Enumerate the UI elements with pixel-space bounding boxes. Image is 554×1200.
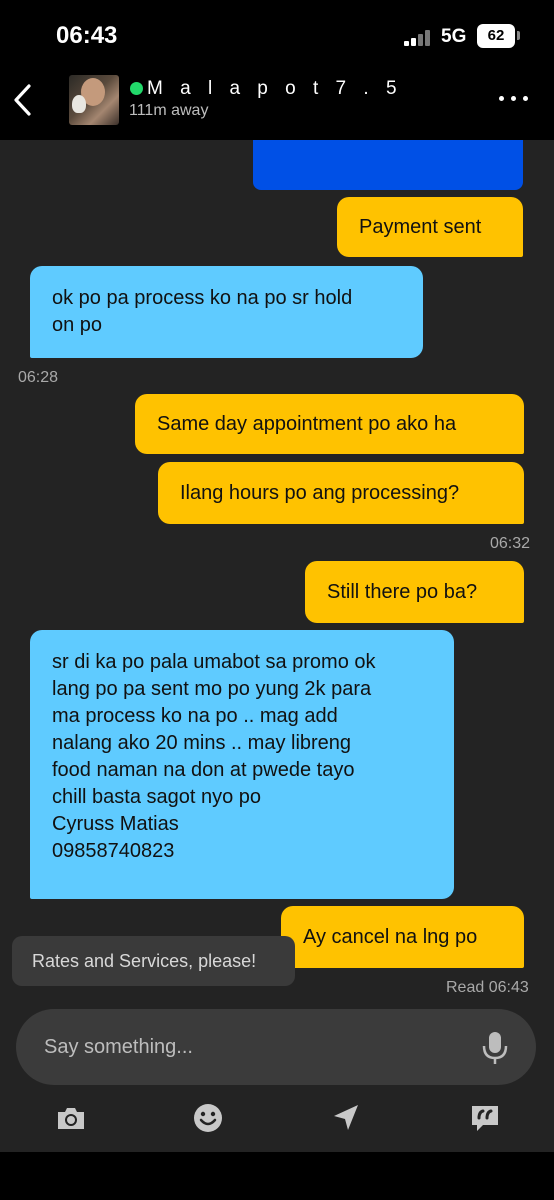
quick-reply-suggestion[interactable]: Rates and Services, please! <box>12 936 295 986</box>
composer-bar <box>0 1002 554 1092</box>
contact-distance: 111m away <box>129 102 209 119</box>
message-list[interactable]: Payment sent ok po pa process ko na po s… <box>0 140 554 1002</box>
back-icon[interactable] <box>10 82 36 118</box>
more-options-icon[interactable] <box>497 96 531 106</box>
camera-icon[interactable] <box>55 1102 87 1134</box>
message-text: Still there po ba? <box>327 580 478 603</box>
read-receipt: Read 06:43 <box>446 979 529 996</box>
message-text: Same day appointment po ako ha <box>157 412 457 435</box>
emoji-icon[interactable] <box>192 1102 224 1134</box>
contact-name[interactable]: M a l a p o t 7 . 5 <box>147 78 403 100</box>
message-timestamp: 06:32 <box>490 535 531 552</box>
battery-tip <box>517 31 520 40</box>
message-text: sr di ka po pala umabot sa promo ok lang… <box>52 651 376 862</box>
avatar[interactable] <box>69 75 119 125</box>
chat-header: M a l a p o t 7 . 5 111m away <box>0 70 554 140</box>
message-outgoing[interactable]: Same day appointment po ako ha <box>135 394 524 454</box>
composer-toolbar <box>0 1092 554 1152</box>
message-input[interactable] <box>44 1009 464 1085</box>
message-outgoing[interactable]: Still there po ba? <box>305 561 524 623</box>
status-time: 06:43 <box>56 22 118 49</box>
message-text: Ay cancel na lng po <box>303 925 478 948</box>
message-timestamp: 06:28 <box>18 369 59 386</box>
message-input-container[interactable] <box>16 1009 536 1085</box>
home-indicator-area <box>0 1152 554 1200</box>
message-outgoing[interactable]: Payment sent <box>337 197 523 257</box>
online-status-dot <box>130 82 143 95</box>
signal-icon <box>404 30 434 46</box>
message-text: ok po pa process ko na po sr hold on po <box>52 287 353 336</box>
message-text: Ilang hours po ang processing? <box>180 481 460 504</box>
message-incoming[interactable]: ok po pa process ko na po sr hold on po <box>30 266 423 358</box>
message-outgoing[interactable]: Ay cancel na lng po <box>281 906 524 968</box>
location-icon[interactable] <box>330 1102 362 1134</box>
microphone-icon[interactable] <box>479 1031 511 1065</box>
message-text: Payment sent <box>359 215 482 238</box>
battery-icon: 62 <box>477 24 515 48</box>
message-outgoing[interactable]: Ilang hours po ang processing? <box>158 462 524 524</box>
network-label: 5G <box>441 26 467 47</box>
status-bar: 06:43 5G 62 <box>0 0 554 70</box>
saved-phrases-icon[interactable] <box>469 1102 501 1134</box>
media-message[interactable] <box>253 140 523 190</box>
message-incoming[interactable]: sr di ka po pala umabot sa promo ok lang… <box>30 630 454 899</box>
